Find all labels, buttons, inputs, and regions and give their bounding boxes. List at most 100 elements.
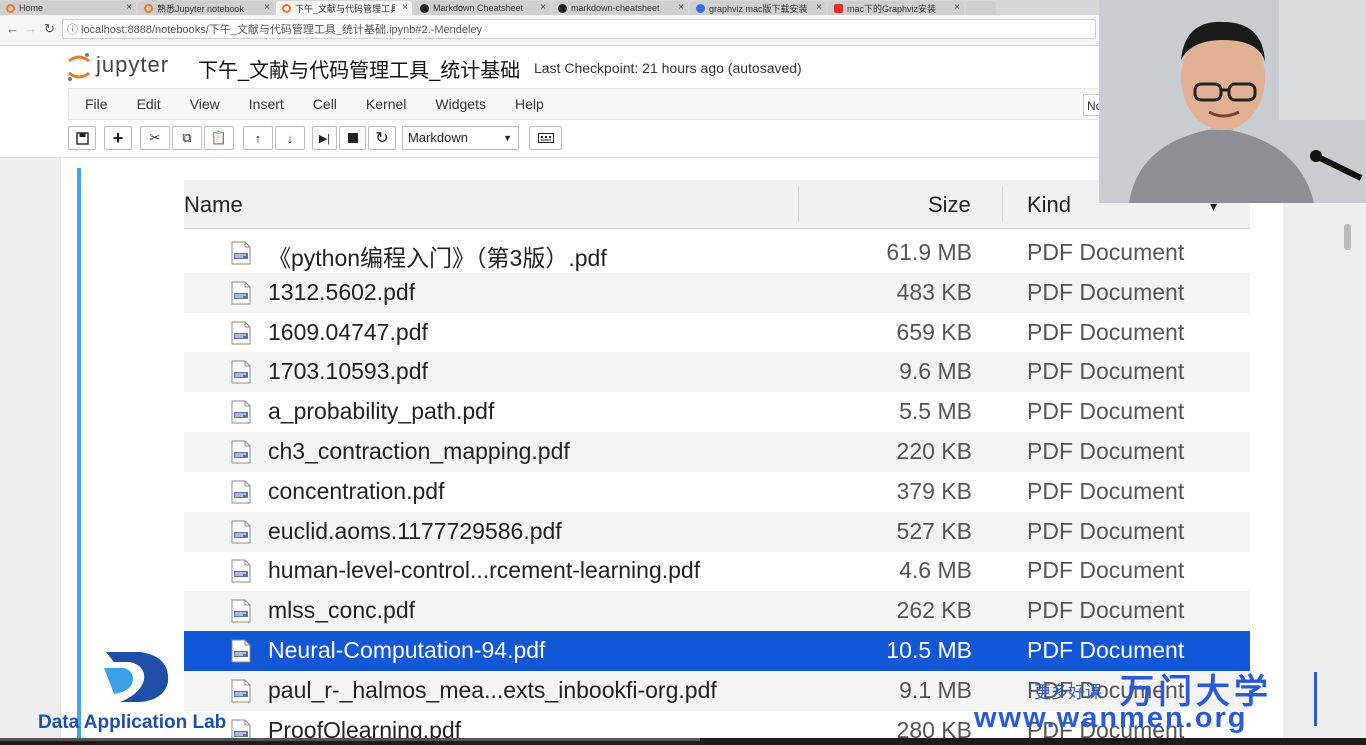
github-icon bbox=[558, 3, 567, 13]
pdf-file-icon bbox=[231, 281, 251, 305]
new-tab-button[interactable] bbox=[966, 1, 996, 15]
column-kind[interactable]: Kind bbox=[1027, 192, 1071, 218]
menu-widgets[interactable]: Widgets bbox=[435, 96, 486, 112]
info-icon[interactable]: ⓘ bbox=[67, 20, 78, 38]
close-icon[interactable]: × bbox=[264, 2, 270, 13]
file-size: 527 KB bbox=[896, 517, 972, 544]
close-icon[interactable]: × bbox=[126, 2, 132, 13]
watermark-site: www.wanmen.org bbox=[974, 702, 1248, 734]
file-name: ch3_contraction_mapping.pdf bbox=[268, 438, 570, 464]
file-name: euclid.aoms.1177729586.pdf bbox=[268, 517, 562, 544]
url-input[interactable]: ⓘ localhost:8888/notebooks/下午_文献与代码管理工具_… bbox=[62, 19, 1096, 39]
add-cell-icon[interactable]: + bbox=[104, 126, 132, 150]
file-row[interactable]: concentration.pdf 379 KB PDF Document bbox=[184, 472, 1250, 512]
notebook-title[interactable]: 下午_文献与代码管理工具_统计基础 bbox=[198, 54, 520, 83]
cut-icon[interactable]: ✂ bbox=[140, 126, 170, 150]
back-icon[interactable]: ← bbox=[6, 21, 19, 36]
move-up-icon[interactable]: ↑ bbox=[243, 126, 273, 150]
file-kind: PDF Document bbox=[1027, 517, 1185, 544]
file-size: 5.5 MB bbox=[899, 398, 972, 425]
close-icon[interactable]: × bbox=[816, 2, 822, 13]
stop-icon[interactable] bbox=[339, 126, 366, 150]
close-icon[interactable]: × bbox=[954, 2, 960, 13]
close-icon[interactable]: × bbox=[540, 2, 546, 13]
file-row[interactable]: 1609.04747.pdf 659 KB PDF Document bbox=[184, 313, 1250, 353]
file-row[interactable]: 《python编程入门》（第3版）.pdf 61.9 MB PDF Document bbox=[184, 233, 1250, 273]
copy-icon[interactable]: ⧉ bbox=[172, 126, 202, 150]
video-progress[interactable] bbox=[0, 738, 700, 741]
menu-file[interactable]: File bbox=[85, 96, 108, 112]
file-name: 1312.5602.pdf bbox=[268, 278, 416, 305]
file-size: 220 KB bbox=[896, 438, 972, 464]
pdf-file-icon bbox=[231, 679, 251, 703]
browser-tab[interactable]: Home × bbox=[0, 1, 136, 15]
file-row-selected[interactable]: Neural-Computation-94.pdf 10.5 MB PDF Docu… bbox=[184, 631, 1250, 671]
pdf-file-icon bbox=[231, 241, 251, 265]
file-size: 9.6 MB bbox=[899, 358, 972, 385]
reload-icon[interactable]: ↻ bbox=[44, 21, 55, 37]
run-icon[interactable]: ▶| bbox=[312, 126, 337, 150]
tab-label: mac下的Graphviz安装 bbox=[847, 3, 937, 14]
file-kind: PDF Document bbox=[1027, 358, 1185, 385]
data-application-lab-label: Data Application Lab bbox=[38, 712, 227, 733]
menu-cell[interactable]: Cell bbox=[313, 96, 337, 112]
menu-view[interactable]: View bbox=[190, 96, 220, 112]
file-row[interactable]: 1312.5602.pdf 483 KB PDF Document bbox=[184, 272, 1250, 313]
browser-tab-active[interactable]: 下午_文献与代码管理工具 × bbox=[276, 1, 412, 15]
close-icon[interactable]: × bbox=[402, 2, 408, 13]
file-kind: PDF Document bbox=[1027, 239, 1185, 265]
menu-edit[interactable]: Edit bbox=[137, 96, 161, 112]
jupyter-logo-icon[interactable] bbox=[66, 51, 92, 83]
file-list-header: Name Size Kind ▾ bbox=[184, 180, 1250, 229]
save-icon[interactable] bbox=[68, 126, 96, 150]
keyboard-icon[interactable] bbox=[529, 126, 562, 150]
notebook-toolbar: + ✂ ⧉ 📋 ↑ ↓ ▶| ↻ Markdown ▼ bbox=[0, 120, 1100, 158]
paste-icon[interactable]: 📋 bbox=[204, 126, 234, 150]
data-application-lab-logo-icon bbox=[104, 652, 169, 702]
file-size: 4.6 MB bbox=[899, 557, 972, 584]
cell-type-select[interactable]: Markdown ▼ bbox=[402, 126, 519, 150]
file-name: human-level-control...rcement-learning.p… bbox=[268, 557, 701, 584]
restart-icon[interactable]: ↻ bbox=[368, 126, 396, 150]
browser-tab[interactable]: mac下的Graphviz安装 × bbox=[828, 1, 964, 15]
jupyter-icon bbox=[282, 3, 291, 13]
menu-kernel[interactable]: Kernel bbox=[366, 96, 406, 112]
scrollbar-thumb[interactable] bbox=[1344, 224, 1351, 250]
file-row[interactable]: mlss_conc.pdf 262 KB PDF Document bbox=[184, 591, 1250, 632]
file-row[interactable]: ch3_contraction_mapping.pdf 220 KB PDF Doc… bbox=[184, 432, 1250, 472]
jupyter-icon bbox=[144, 3, 153, 13]
cell-type-value: Markdown bbox=[408, 130, 468, 145]
file-kind: PDF Document bbox=[1027, 557, 1185, 584]
browser-tab[interactable]: markdown-cheatsheet × bbox=[552, 1, 688, 15]
file-row[interactable]: euclid.aoms.1177729586.pdf 527 KB PDF Docu… bbox=[184, 511, 1250, 552]
pdf-file-icon bbox=[231, 400, 251, 424]
pdf-file-icon bbox=[231, 440, 251, 464]
file-row[interactable]: a_probability_path.pdf 5.5 MB PDF Document bbox=[184, 392, 1250, 432]
address-bar-row: ← → ↻ ⓘ localhost:8888/notebooks/下午_文献与代… bbox=[0, 15, 1100, 46]
file-row[interactable]: 1703.10593.pdf 9.6 MB PDF Document bbox=[184, 352, 1250, 393]
browser-tab[interactable]: 熟悉Jupyter notebook × bbox=[138, 1, 274, 15]
menu-insert[interactable]: Insert bbox=[249, 96, 284, 112]
pdf-file-icon bbox=[231, 599, 251, 623]
file-size: 10.5 MB bbox=[886, 637, 972, 663]
browser-tab[interactable]: Markdown Cheatsheet × bbox=[414, 1, 550, 15]
column-name[interactable]: Name bbox=[184, 192, 243, 218]
file-name: 1609.04747.pdf bbox=[268, 318, 428, 345]
file-row[interactable]: human-level-control...rcement-learning.p… bbox=[184, 551, 1250, 591]
forward-icon[interactable]: → bbox=[24, 21, 37, 36]
presenter-image bbox=[1099, 0, 1366, 203]
column-size[interactable]: Size bbox=[928, 192, 971, 218]
move-down-icon[interactable]: ↓ bbox=[275, 126, 305, 150]
file-kind: PDF Document bbox=[1027, 398, 1185, 425]
close-icon[interactable]: × bbox=[678, 2, 684, 13]
file-size: 659 KB bbox=[896, 318, 972, 345]
file-kind: PDF Document bbox=[1027, 597, 1185, 624]
file-kind: PDF Document bbox=[1027, 477, 1185, 504]
file-name: concentration.pdf bbox=[268, 477, 445, 504]
browser-tab-strip: Home × 熟悉Jupyter notebook × 下午_文献与代码管理工具 × … bbox=[0, 0, 1100, 15]
browser-tab[interactable]: graphviz mac版下载安装 × bbox=[690, 1, 826, 15]
menu-help[interactable]: Help bbox=[515, 96, 544, 112]
tab-label: 熟悉Jupyter notebook bbox=[157, 3, 245, 14]
tab-label: graphviz mac版下载安装 bbox=[709, 3, 808, 14]
url-text: localhost:8888/notebooks/下午_文献与代码管理工具_统计… bbox=[81, 24, 483, 36]
